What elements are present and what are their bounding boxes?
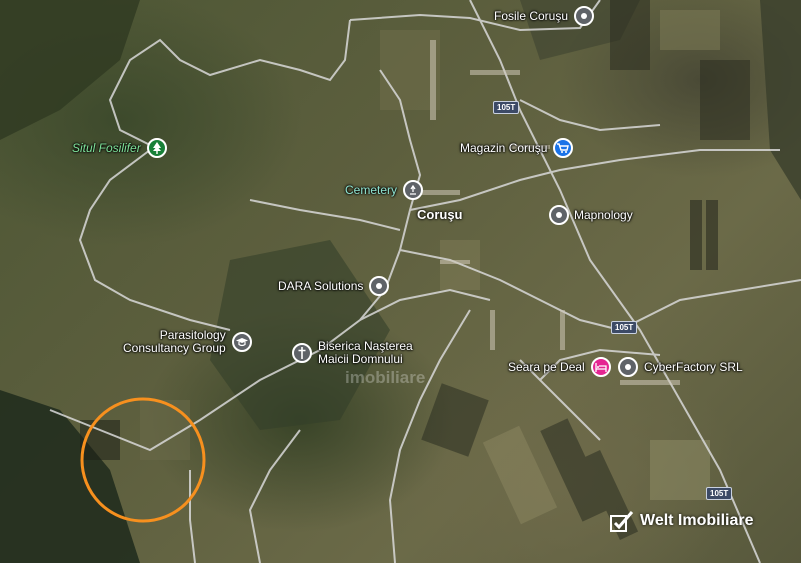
center-watermark: imobiliare bbox=[345, 368, 426, 387]
poi-biserica-nasterea-maicii-domnului[interactable]: Biserica Naşterea Maicii Domnului bbox=[292, 340, 413, 366]
hotel-bed-icon bbox=[590, 357, 611, 377]
poi-label: Situl Fosilifer bbox=[72, 141, 141, 155]
poi-label: Fosile Coruşu bbox=[494, 9, 569, 23]
road-shield-105t: 105T bbox=[706, 487, 733, 500]
town-label: Coruşu bbox=[417, 207, 463, 222]
poi-label: Biserica Naşterea Maicii Domnului bbox=[318, 340, 413, 366]
brand-name: Welt Imobiliare bbox=[640, 512, 754, 529]
road-shield-105t: 105T bbox=[493, 101, 520, 114]
poi-label: Mapnology bbox=[574, 208, 633, 222]
poi-label-line1: Parasitology bbox=[159, 328, 226, 342]
poi-magazin-corusu[interactable]: Magazin Coruşu bbox=[460, 138, 574, 158]
satellite-map[interactable]: 105T 105T 105T Coruşu Fosile Coruşu Maga… bbox=[0, 0, 801, 563]
poi-cemetery[interactable]: Cemetery bbox=[345, 180, 424, 200]
poi-seara-pe-deal[interactable]: Seara pe Deal bbox=[508, 357, 611, 377]
poi-label: CyberFactory SRL bbox=[644, 360, 743, 374]
poi-mapnology[interactable]: Mapnology bbox=[549, 205, 633, 225]
poi-dara-solutions[interactable]: DARA Solutions bbox=[278, 276, 390, 296]
shopping-cart-icon bbox=[553, 138, 574, 158]
poi-label: Cemetery bbox=[345, 183, 398, 197]
poi-parasitology-consultancy-group[interactable]: Parasitology Consultancy Group bbox=[123, 329, 252, 355]
gray-pin-icon bbox=[549, 205, 569, 225]
poi-situl-fosilifer[interactable]: Situl Fosilifer bbox=[72, 138, 167, 158]
poi-label-line2: Maicii Domnului bbox=[318, 352, 403, 366]
poi-label: DARA Solutions bbox=[278, 279, 364, 293]
poi-label: Seara pe Deal bbox=[508, 360, 585, 374]
poi-label-line1: Biserica Naşterea bbox=[318, 339, 413, 353]
graduation-cap-icon bbox=[231, 332, 252, 352]
welt-logo-icon bbox=[610, 511, 634, 532]
poi-cyberfactory-srl[interactable]: CyberFactory SRL bbox=[618, 357, 743, 377]
cemetery-icon bbox=[403, 180, 424, 200]
poi-label: Magazin Coruşu bbox=[460, 141, 548, 155]
church-cross-icon bbox=[292, 343, 312, 363]
gray-pin-icon bbox=[618, 357, 638, 377]
brand-watermark: Welt Imobiliare bbox=[610, 510, 754, 532]
poi-label: Parasitology Consultancy Group bbox=[123, 329, 226, 355]
highlight-circle bbox=[80, 397, 206, 523]
road-shield-105t: 105T bbox=[611, 321, 638, 334]
park-tree-icon bbox=[146, 138, 167, 158]
poi-fosile-corusu[interactable]: Fosile Coruşu bbox=[494, 6, 595, 26]
gray-pin-icon bbox=[574, 6, 595, 26]
poi-label-line2: Consultancy Group bbox=[123, 341, 226, 355]
highlight-layer bbox=[80, 397, 206, 523]
gray-pin-icon bbox=[369, 276, 390, 296]
